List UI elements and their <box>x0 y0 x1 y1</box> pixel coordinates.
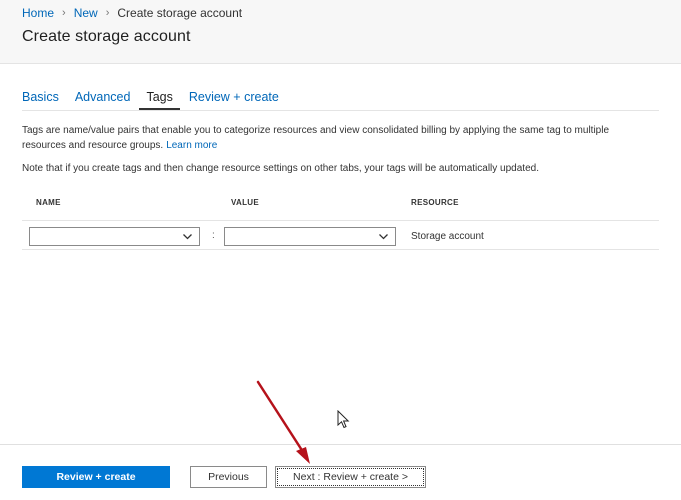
page-title: Create storage account <box>22 28 191 45</box>
review-create-button[interactable]: Review + create <box>22 466 170 488</box>
breadcrumb-new-link[interactable]: New <box>74 6 98 20</box>
chevron-down-icon <box>379 234 388 240</box>
tags-description-text: Tags are name/value pairs that enable yo… <box>22 125 610 151</box>
tag-separator: : <box>212 230 215 241</box>
tags-description: Tags are name/value pairs that enable yo… <box>22 123 652 153</box>
footer-divider <box>0 444 681 445</box>
tab-basics[interactable]: Basics <box>22 86 59 110</box>
tag-value-dropdown[interactable] <box>224 227 396 246</box>
tags-note: Note that if you create tags and then ch… <box>22 163 539 174</box>
tag-name-dropdown[interactable] <box>29 227 200 246</box>
page-header: Home › New › Create storage account Crea… <box>0 0 681 64</box>
column-header-value: VALUE <box>231 198 260 207</box>
tab-tags[interactable]: Tags <box>139 86 180 110</box>
chevron-right-icon: › <box>62 7 66 19</box>
tab-advanced[interactable]: Advanced <box>75 86 131 110</box>
column-header-resource: RESOURCE <box>411 198 459 207</box>
previous-button[interactable]: Previous <box>190 466 267 488</box>
breadcrumb: Home › New › Create storage account <box>22 5 242 21</box>
tag-resource-label: Storage account <box>411 231 484 242</box>
next-review-create-button[interactable]: Next : Review + create > <box>275 466 426 488</box>
chevron-right-icon: › <box>105 7 110 19</box>
mouse-pointer-icon <box>337 410 350 429</box>
breadcrumb-home-link[interactable]: Home <box>22 6 54 20</box>
table-row-divider <box>22 220 659 221</box>
breadcrumb-current: Create storage account <box>117 6 243 20</box>
tab-bar: Basics Advanced Tags Review + create <box>22 86 295 110</box>
table-row-divider <box>22 249 659 250</box>
chevron-down-icon <box>183 234 192 240</box>
tab-review-create[interactable]: Review + create <box>189 86 279 110</box>
tab-divider <box>22 110 659 111</box>
learn-more-link[interactable]: Learn more <box>166 140 217 151</box>
column-header-name: NAME <box>36 198 61 207</box>
